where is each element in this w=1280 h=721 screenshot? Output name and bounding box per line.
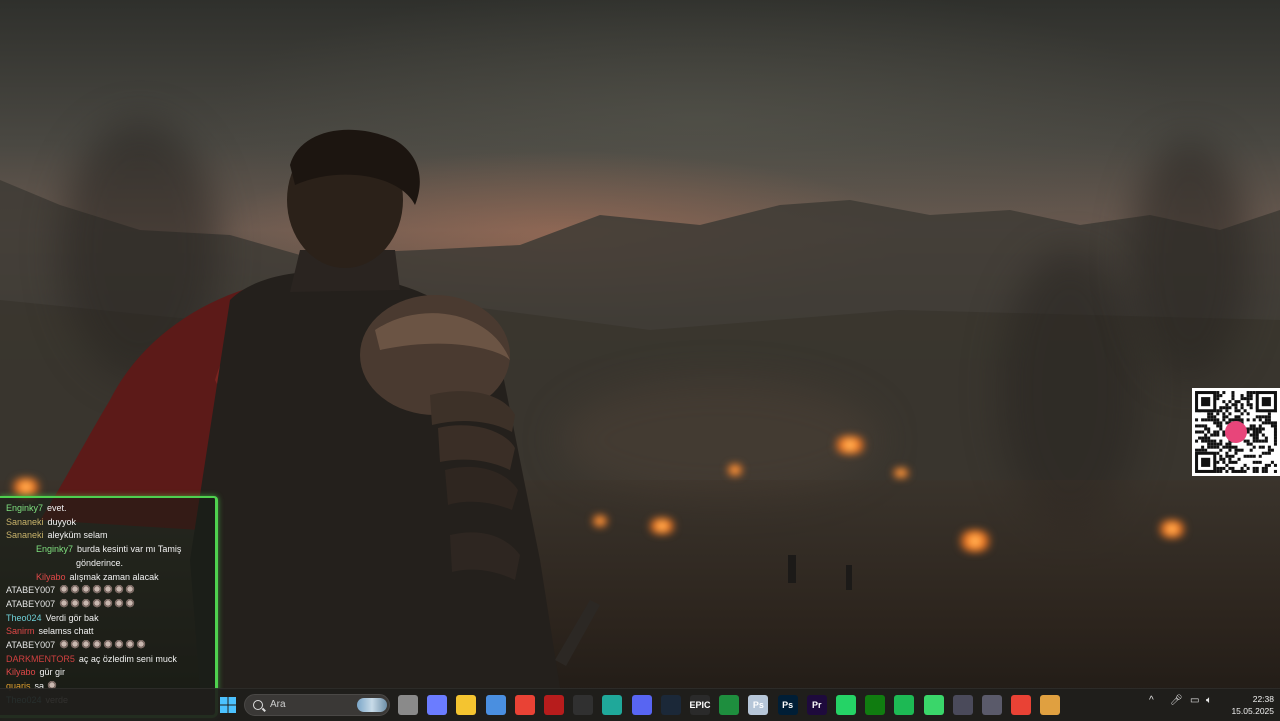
chat-emote-icon — [125, 640, 136, 650]
chat-emote-icon — [114, 640, 125, 650]
chat-message: Kilyabo gür gir — [6, 666, 215, 680]
qr-code — [1192, 388, 1280, 476]
chat-emote-icon — [70, 598, 81, 608]
play-app-icon[interactable] — [923, 695, 944, 715]
steam-icon[interactable] — [660, 695, 681, 715]
obs-icon[interactable] — [573, 695, 594, 715]
chat-emote-icon — [59, 585, 70, 595]
chrome-profile-icon[interactable] — [1011, 695, 1032, 715]
app-teal-icon[interactable] — [602, 695, 623, 715]
taskbar-search-box[interactable]: Ara — [244, 694, 390, 716]
system-clock[interactable]: 22:38 15.05.2025 — [1222, 693, 1274, 717]
chat-text-continued: gönderince. — [76, 557, 124, 568]
chat-emote-icon — [59, 598, 70, 608]
premiere-icon[interactable]: Pr — [806, 695, 827, 715]
chat-message: Theo024 Verdi gör bak — [6, 612, 215, 626]
chat-emote-icon — [136, 640, 147, 650]
chat-text: selamss chatt — [38, 626, 94, 637]
chat-message: ATABEY007 — [6, 639, 215, 653]
search-placeholder: Ara — [270, 699, 286, 710]
show-hidden-icons-chevron[interactable]: ^ — [1149, 695, 1154, 706]
chat-text: aç aç özledim seni muck — [78, 653, 177, 664]
volume-icon[interactable]: 🔈︎ — [1206, 695, 1212, 706]
chat-emote-icon — [103, 640, 114, 650]
discord-icon[interactable] — [631, 695, 652, 715]
microphone-icon[interactable]: 🎤︎ — [1170, 695, 1183, 706]
microsoft-store-icon[interactable] — [485, 695, 506, 715]
chat-message: ATABEY007 — [6, 584, 215, 598]
clock-time: 22:38 — [1252, 694, 1274, 704]
chat-username: ATABEY007 — [6, 598, 56, 609]
chat-username: Sananeki — [6, 530, 44, 541]
chat-emote-icon — [81, 598, 92, 608]
start-button[interactable] — [218, 695, 238, 715]
copilot-icon[interactable] — [427, 695, 448, 715]
circle-app-icon[interactable] — [952, 695, 973, 715]
whatsapp-icon[interactable] — [836, 695, 856, 715]
chat-message: Sananeki duyyok — [6, 516, 215, 530]
chat-message: Sananeki aleyküm selam — [6, 529, 215, 543]
chat-username: Sanirm — [6, 626, 35, 637]
chat-emote-icon — [81, 640, 92, 650]
epic-games-icon[interactable]: EPIC — [690, 695, 711, 715]
chat-emote-icon — [70, 585, 81, 595]
file-explorer-icon[interactable] — [456, 695, 477, 715]
chat-text: Verdi gör bak — [45, 612, 99, 623]
chat-message: Sanirm selamss chatt — [6, 625, 215, 639]
chat-username: Kilyabo — [36, 571, 66, 582]
chat-text: evet. — [47, 503, 67, 513]
chat-text: alışmak zaman alacak — [69, 571, 159, 582]
windows-logo-icon — [220, 697, 236, 713]
chat-message: Kilyabo alışmak zaman alacak — [6, 571, 215, 585]
chat-emote-icon — [103, 598, 114, 608]
search-icon — [253, 700, 263, 710]
clock-date: 15.05.2025 — [1231, 706, 1274, 716]
chat-message: ATABEY007 — [6, 598, 215, 612]
xbox-icon[interactable] — [865, 695, 886, 715]
chat-username: Enginky7 — [36, 544, 74, 555]
chat-message: Enginky7 evet. — [6, 502, 215, 516]
chrome-icon[interactable] — [514, 695, 535, 715]
spotify-icon[interactable] — [894, 695, 915, 715]
chat-emote-icon — [125, 585, 136, 595]
chat-message: DARKMENTOR5 aç aç özledim seni muck — [6, 653, 215, 667]
chat-message: Enginky7 burda kesinti var mı Tamiş gönde… — [6, 543, 215, 570]
chat-emote-icon — [70, 640, 81, 650]
chat-emote-icon — [92, 640, 103, 650]
chat-text: burda kesinti var mı Tamiş — [77, 544, 182, 555]
network-icon[interactable]: ▭ — [1190, 695, 1199, 706]
chat-username: DARKMENTOR5 — [6, 653, 75, 664]
chat-username: Kilyabo — [6, 667, 36, 678]
chat-username: Theo024 — [6, 612, 42, 623]
search-highlight-icon — [357, 698, 387, 712]
photoshop-icon[interactable]: Ps — [777, 695, 798, 715]
chat-emote-icon — [81, 585, 92, 595]
chat-emote-icon — [92, 585, 103, 595]
chat-username: Sananeki — [6, 516, 44, 527]
gray-app-icon[interactable] — [982, 695, 1002, 715]
chat-username: ATABEY007 — [6, 585, 56, 596]
task-view-icon[interactable] — [398, 695, 418, 715]
chat-text: duyyok — [47, 516, 77, 527]
chat-text: aleyküm selam — [47, 530, 108, 541]
chat-emote-icon — [59, 640, 70, 650]
avatar-app-icon[interactable] — [1040, 695, 1061, 715]
sheets-icon[interactable] — [719, 695, 740, 715]
streamer-app-icon[interactable] — [544, 695, 564, 715]
taskbar: Ara EPIC Ps Ps Pr ^ 🎤︎ ▭ 🔈︎ 22:38 15.05.202… — [0, 688, 1280, 721]
photoshop-express-icon[interactable]: Ps — [748, 695, 769, 715]
chat-emote-icon — [103, 585, 114, 595]
chat-text: gür gir — [39, 667, 66, 678]
stream-chat-overlay: Enginky7 evet. Sananeki duyyok Sananeki ale… — [0, 496, 218, 718]
chat-emote-icon — [114, 598, 125, 608]
chat-username: Enginky7 — [6, 503, 44, 513]
chat-username: ATABEY007 — [6, 640, 56, 651]
chat-emote-icon — [92, 598, 103, 608]
chat-emote-icon — [125, 598, 136, 608]
chat-emote-icon — [114, 585, 125, 595]
